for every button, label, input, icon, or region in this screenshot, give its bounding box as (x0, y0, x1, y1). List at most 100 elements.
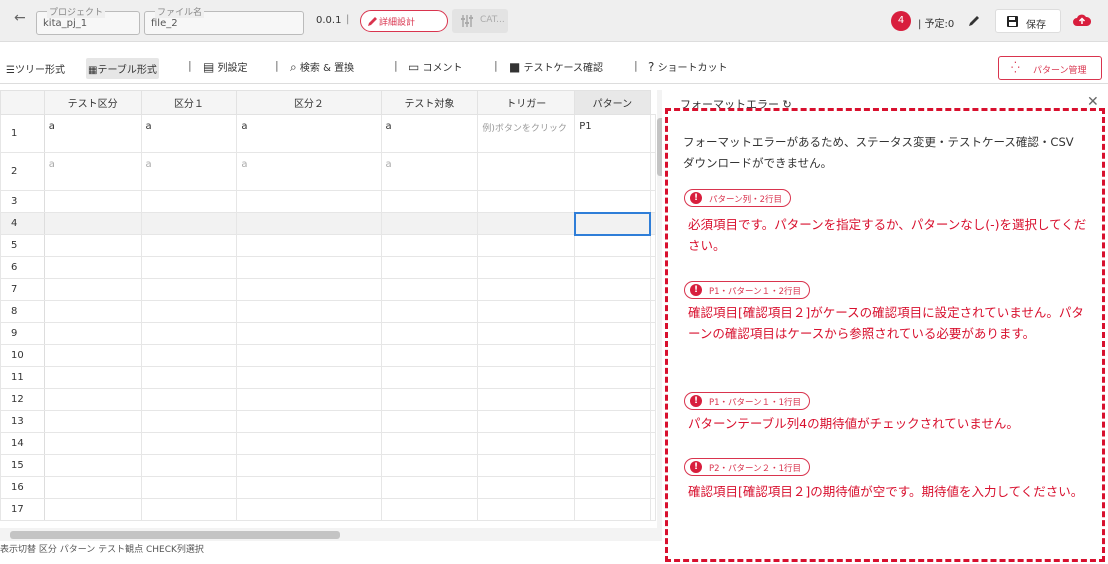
table-cell[interactable] (649, 432, 656, 455)
table-cell[interactable]: a (43, 152, 142, 191)
table-cell[interactable] (574, 234, 651, 257)
column-header[interactable]: テスト区分 (43, 90, 142, 115)
table-row[interactable]: 6 (0, 256, 656, 279)
table-cell[interactable] (43, 388, 142, 411)
table-cell[interactable] (43, 212, 142, 235)
table-row[interactable]: 12 (0, 388, 656, 411)
column-header[interactable]: 区分１ (140, 90, 238, 115)
table-cell[interactable] (43, 278, 142, 301)
table-cell[interactable] (236, 344, 382, 367)
table-cell[interactable] (649, 114, 656, 153)
table-cell[interactable]: a (236, 152, 382, 191)
table-cell[interactable] (477, 344, 576, 367)
table-cell[interactable] (649, 366, 656, 389)
table-cell[interactable] (574, 278, 651, 301)
row-number[interactable]: 9 (0, 322, 45, 345)
horizontal-scroll-thumb[interactable] (10, 531, 340, 539)
table-cell[interactable] (380, 454, 479, 477)
table-cell[interactable] (380, 366, 479, 389)
table-view-button[interactable]: ▦テーブル形式 (86, 58, 159, 79)
table-cell[interactable] (140, 498, 238, 521)
table-cell[interactable] (649, 190, 656, 213)
row-number[interactable]: 7 (0, 278, 45, 301)
table-cell[interactable] (574, 432, 651, 455)
table-cell[interactable] (380, 322, 479, 345)
table-cell[interactable] (43, 476, 142, 499)
table-cell[interactable] (649, 388, 656, 411)
row-number[interactable]: 13 (0, 410, 45, 433)
table-cell[interactable] (649, 152, 656, 191)
table-row[interactable]: 11 (0, 366, 656, 389)
table-cell[interactable] (649, 278, 656, 301)
table-cell[interactable] (649, 256, 656, 279)
table-cell[interactable] (574, 322, 651, 345)
table-row[interactable]: 4 (0, 211, 656, 236)
table-cell[interactable] (574, 190, 651, 213)
table-cell[interactable] (477, 476, 576, 499)
table-row[interactable]: 3 (0, 190, 656, 213)
table-row[interactable]: 14 (0, 432, 656, 455)
row-number[interactable]: 10 (0, 344, 45, 367)
table-cell[interactable] (649, 234, 656, 257)
table-cell[interactable]: 例)ボタンをクリック (477, 114, 576, 153)
table-cell[interactable] (380, 212, 479, 235)
table-cell[interactable] (477, 388, 576, 411)
table-cell[interactable] (574, 366, 651, 389)
table-cell[interactable] (477, 234, 576, 257)
project-field[interactable]: プロジェクト kita_pj_1 (36, 5, 140, 35)
table-cell[interactable] (236, 234, 382, 257)
test-table-grid[interactable]: テスト区分 区分１ 区分２ テスト対象 トリガー パターン 1 a a a a 例)ボタン… (0, 90, 656, 528)
column-header[interactable]: テスト対象 (380, 90, 479, 115)
file-name-field[interactable]: ファイル名 file_2 (144, 5, 304, 35)
table-cell[interactable] (43, 234, 142, 257)
back-arrow-icon[interactable]: ← (14, 10, 26, 26)
table-row[interactable]: 1 a a a a 例)ボタンをクリック P1 (0, 114, 656, 153)
pattern-manage-button[interactable]: ⁛ パターン管理 (998, 56, 1102, 80)
row-number[interactable]: 5 (0, 234, 45, 257)
table-cell[interactable] (477, 366, 576, 389)
table-cell[interactable] (574, 256, 651, 279)
table-cell[interactable] (649, 212, 656, 235)
table-cell[interactable]: a (380, 114, 479, 153)
table-cell[interactable] (574, 498, 651, 521)
table-cell[interactable] (140, 410, 238, 433)
table-cell[interactable] (140, 190, 238, 213)
table-cell[interactable] (477, 190, 576, 213)
table-cell[interactable] (477, 278, 576, 301)
table-cell[interactable] (43, 498, 142, 521)
row-number[interactable]: 4 (0, 212, 45, 235)
table-cell[interactable] (574, 300, 651, 323)
table-cell[interactable] (140, 432, 238, 455)
column-header[interactable]: トリガー (477, 90, 576, 115)
column-header[interactable]: 区分２ (236, 90, 382, 115)
table-row[interactable]: 16 (0, 476, 656, 499)
table-cell[interactable] (380, 432, 479, 455)
table-cell[interactable] (477, 322, 576, 345)
table-cell[interactable] (477, 300, 576, 323)
row-number[interactable]: 2 (0, 152, 45, 191)
table-cell[interactable] (380, 476, 479, 499)
table-cell[interactable] (140, 322, 238, 345)
table-cell[interactable] (380, 300, 479, 323)
table-cell[interactable] (236, 410, 382, 433)
table-cell[interactable] (477, 256, 576, 279)
shortcut-button[interactable]: ? ショートカット (648, 59, 728, 74)
table-cell[interactable] (236, 388, 382, 411)
table-cell[interactable]: a (43, 114, 142, 153)
save-button[interactable]: 保存 (995, 9, 1061, 33)
table-cell[interactable] (477, 212, 576, 235)
table-cell[interactable] (43, 300, 142, 323)
table-cell[interactable] (140, 454, 238, 477)
table-cell[interactable] (380, 256, 479, 279)
table-cell[interactable] (43, 322, 142, 345)
error-location-tag[interactable]: ! P1・パターン１・1行目 (684, 392, 811, 410)
row-number[interactable]: 16 (0, 476, 45, 499)
table-cell[interactable] (477, 410, 576, 433)
table-cell[interactable] (140, 300, 238, 323)
cloud-upload-icon[interactable] (1073, 13, 1091, 27)
table-row[interactable]: 9 (0, 322, 656, 345)
table-row[interactable]: 5 (0, 234, 656, 257)
table-cell[interactable] (380, 498, 479, 521)
row-number[interactable]: 14 (0, 432, 45, 455)
search-replace-button[interactable]: ⌕ 検索 & 置換 (290, 59, 354, 75)
